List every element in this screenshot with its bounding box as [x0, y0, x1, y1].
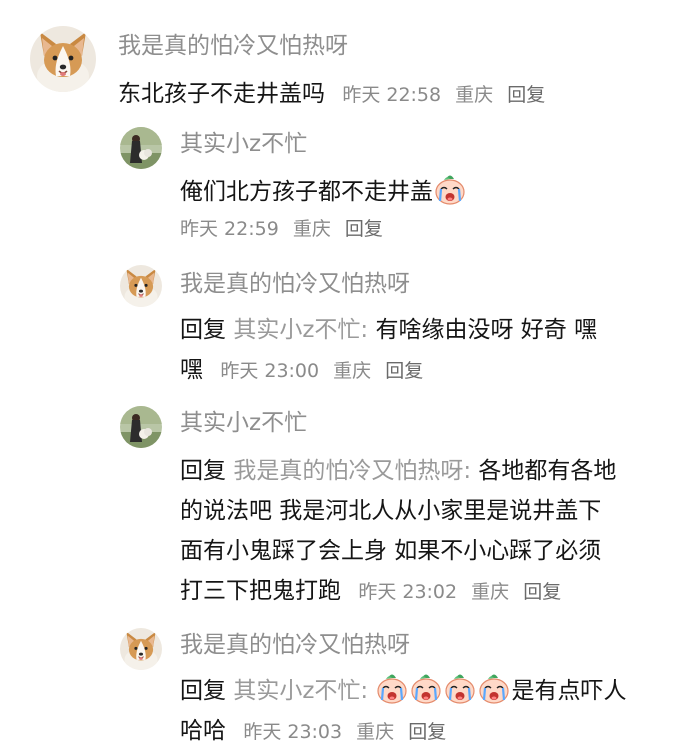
comment-body-cont: 的说法吧 我是河北人从小家里是说井盖下: [180, 498, 602, 524]
crying-face-emoji: [376, 672, 408, 704]
location: 重庆: [455, 84, 494, 106]
crying-face-emoji: [434, 173, 466, 205]
comment-meta: 昨天 22:58 重庆 回复: [342, 84, 545, 106]
comment-text: 东北孩子不走井盖吗 昨天 22:58 重庆 回复: [118, 74, 545, 115]
comment-body: 有啥缘由没呀 好奇 嘿: [375, 317, 598, 343]
comment-body-cont: 哈哈: [180, 718, 226, 744]
username[interactable]: 我是真的怕冷又怕热呀: [118, 32, 545, 60]
comment-meta: 昨天 23:00 重庆 回复: [220, 360, 423, 382]
comment-meta: 昨天 23:02 重庆 回复: [358, 581, 561, 603]
timestamp: 昨天 23:00: [220, 360, 320, 382]
reply-item: 其实小z不忙 俺们北方孩子都不走井盖 昨天 22:59 重庆 回复: [120, 127, 467, 241]
location: 重庆: [471, 581, 510, 603]
comment-body-cont: 打三下把鬼打跑: [180, 578, 341, 604]
username[interactable]: 其实小z不忙: [180, 130, 467, 158]
crying-face-emoji: [410, 672, 442, 704]
reply-item: 其实小z不忙 回复 我是真的怕冷又怕热呀: 各地都有各地 的说法吧 我是河北人从…: [120, 406, 690, 612]
avatar[interactable]: [30, 26, 96, 92]
comment-text: 俺们北方孩子都不走井盖: [180, 172, 467, 212]
reply-prefix: 回复: [180, 678, 226, 704]
timestamp: 昨天 22:58: [342, 84, 442, 106]
comment-body: 东北孩子不走井盖吗: [118, 81, 325, 107]
reply-button[interactable]: 回复: [523, 581, 561, 603]
comment-body: 俺们北方孩子都不走井盖: [180, 179, 433, 205]
comment-body-cont: 嘿: [180, 357, 203, 383]
timestamp: 昨天 23:03: [243, 721, 343, 743]
timestamp: 昨天 22:59: [180, 218, 279, 240]
reply-button[interactable]: 回复: [408, 721, 446, 743]
timestamp: 昨天 23:02: [358, 581, 458, 603]
comment-body-cont: 面有小鬼踩了会上身 如果不小心踩了必须: [180, 538, 602, 564]
comment-body: 是有点吓人: [511, 678, 627, 704]
reply-prefix: 回复: [180, 458, 226, 484]
username[interactable]: 其实小z不忙: [180, 409, 690, 437]
reply-button[interactable]: 回复: [345, 218, 383, 240]
reply-target-user[interactable]: 我是真的怕冷又怕热呀:: [233, 458, 471, 484]
username[interactable]: 我是真的怕冷又怕热呀: [180, 631, 690, 659]
avatar[interactable]: [120, 406, 162, 448]
reply-target-user[interactable]: 其实小z不忙:: [233, 678, 368, 704]
comment-body: 各地都有各地: [478, 458, 617, 484]
location: 重庆: [333, 360, 372, 382]
comment-text: 回复 我是真的怕冷又怕热呀: 各地都有各地 的说法吧 我是河北人从小家里是说井盖…: [180, 451, 690, 612]
username[interactable]: 我是真的怕冷又怕热呀: [180, 270, 690, 298]
avatar[interactable]: [120, 265, 162, 307]
location: 重庆: [292, 218, 331, 240]
location: 重庆: [356, 721, 395, 743]
reply-target-user[interactable]: 其实小z不忙:: [233, 317, 368, 343]
reply-button[interactable]: 回复: [507, 84, 545, 106]
reply-button[interactable]: 回复: [385, 360, 423, 382]
avatar[interactable]: [120, 127, 162, 169]
crying-face-emoji: [444, 672, 476, 704]
comment-meta: 昨天 22:59 重庆 回复: [180, 214, 467, 241]
reply-prefix: 回复: [180, 317, 226, 343]
reply-item: 我是真的怕冷又怕热呀 回复 其实小z不忙: 是有点吓人 哈哈 昨天 23:03 …: [120, 628, 690, 752]
comment-item: 我是真的怕冷又怕热呀 东北孩子不走井盖吗 昨天 22:58 重庆 回复: [30, 26, 545, 115]
comment-text: 回复 其实小z不忙: 是有点吓人 哈哈 昨天 23:03 重庆 回复: [180, 671, 690, 752]
avatar[interactable]: [120, 628, 162, 670]
crying-face-emoji: [478, 672, 510, 704]
reply-item: 我是真的怕冷又怕热呀 回复 其实小z不忙: 有啥缘由没呀 好奇 嘿 嘿 昨天 2…: [120, 265, 690, 391]
comment-meta: 昨天 23:03 重庆 回复: [243, 721, 446, 743]
comment-text: 回复 其实小z不忙: 有啥缘由没呀 好奇 嘿 嘿 昨天 23:00 重庆 回复: [180, 310, 690, 391]
